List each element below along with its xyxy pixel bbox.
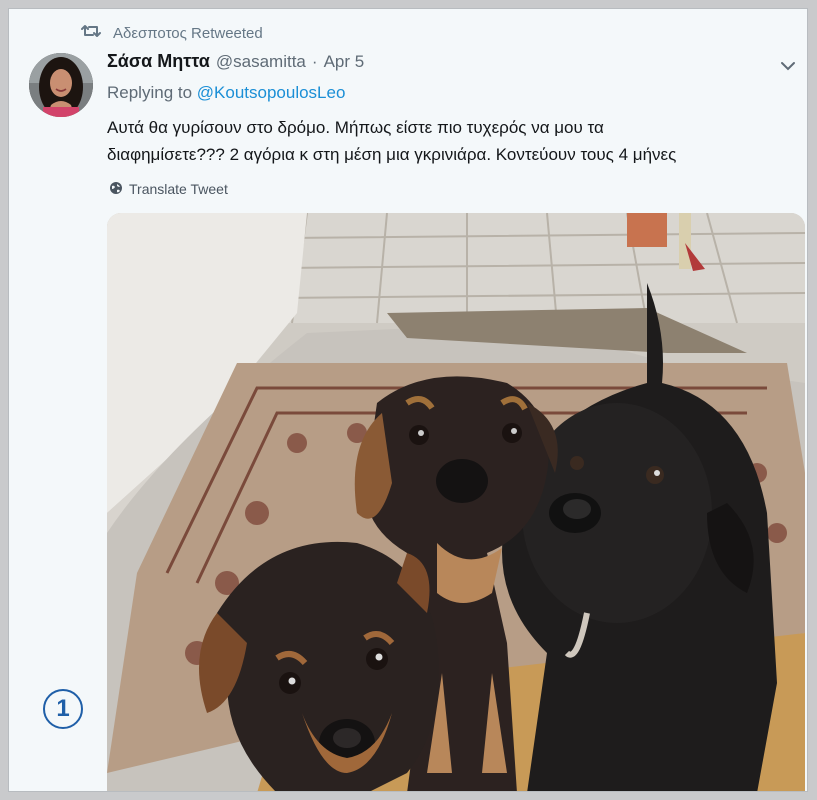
tweet-text-line: Αυτά θα γυρίσουν στο δρόμο. Μήπως είστε …: [107, 118, 604, 137]
number-badge: 1: [43, 689, 83, 729]
chevron-down-icon[interactable]: [779, 57, 797, 75]
tweet-text: Αυτά θα γυρίσουν στο δρόμο. Μήπως είστε …: [107, 114, 797, 168]
tweet-date[interactable]: Apr 5: [324, 52, 365, 72]
tweet-text-line: διαφημίσετε??? 2 αγόρια κ στη μέση μια γ…: [107, 145, 677, 164]
tweet-header: Σάσα Μηττα @sasamitta · Apr 5: [107, 51, 364, 75]
reply-mention-link[interactable]: @KoutsopoulosLeo: [197, 83, 346, 102]
retweet-label: Αδεσποτος Retweeted: [113, 24, 263, 42]
author-handle[interactable]: @sasamitta: [216, 52, 306, 72]
tweet-card: Αδεσποτος Retweeted Σάσα Μηττα @sasamitt…: [8, 8, 808, 792]
translate-label: Translate Tweet: [129, 181, 228, 197]
globe-icon: [109, 181, 123, 198]
tweet-photo[interactable]: [107, 213, 805, 791]
retweet-icon: [81, 23, 101, 43]
replying-to: Replying to @KoutsopoulosLeo: [107, 83, 345, 103]
avatar[interactable]: [29, 53, 93, 117]
separator-dot: ·: [311, 52, 318, 71]
retweet-context: Αδεσποτος Retweeted: [81, 23, 263, 43]
author-name[interactable]: Σάσα Μηττα: [107, 51, 210, 72]
reply-prefix: Replying to: [107, 83, 197, 102]
badge-number: 1: [56, 695, 70, 722]
translate-tweet-button[interactable]: Translate Tweet: [109, 179, 228, 199]
